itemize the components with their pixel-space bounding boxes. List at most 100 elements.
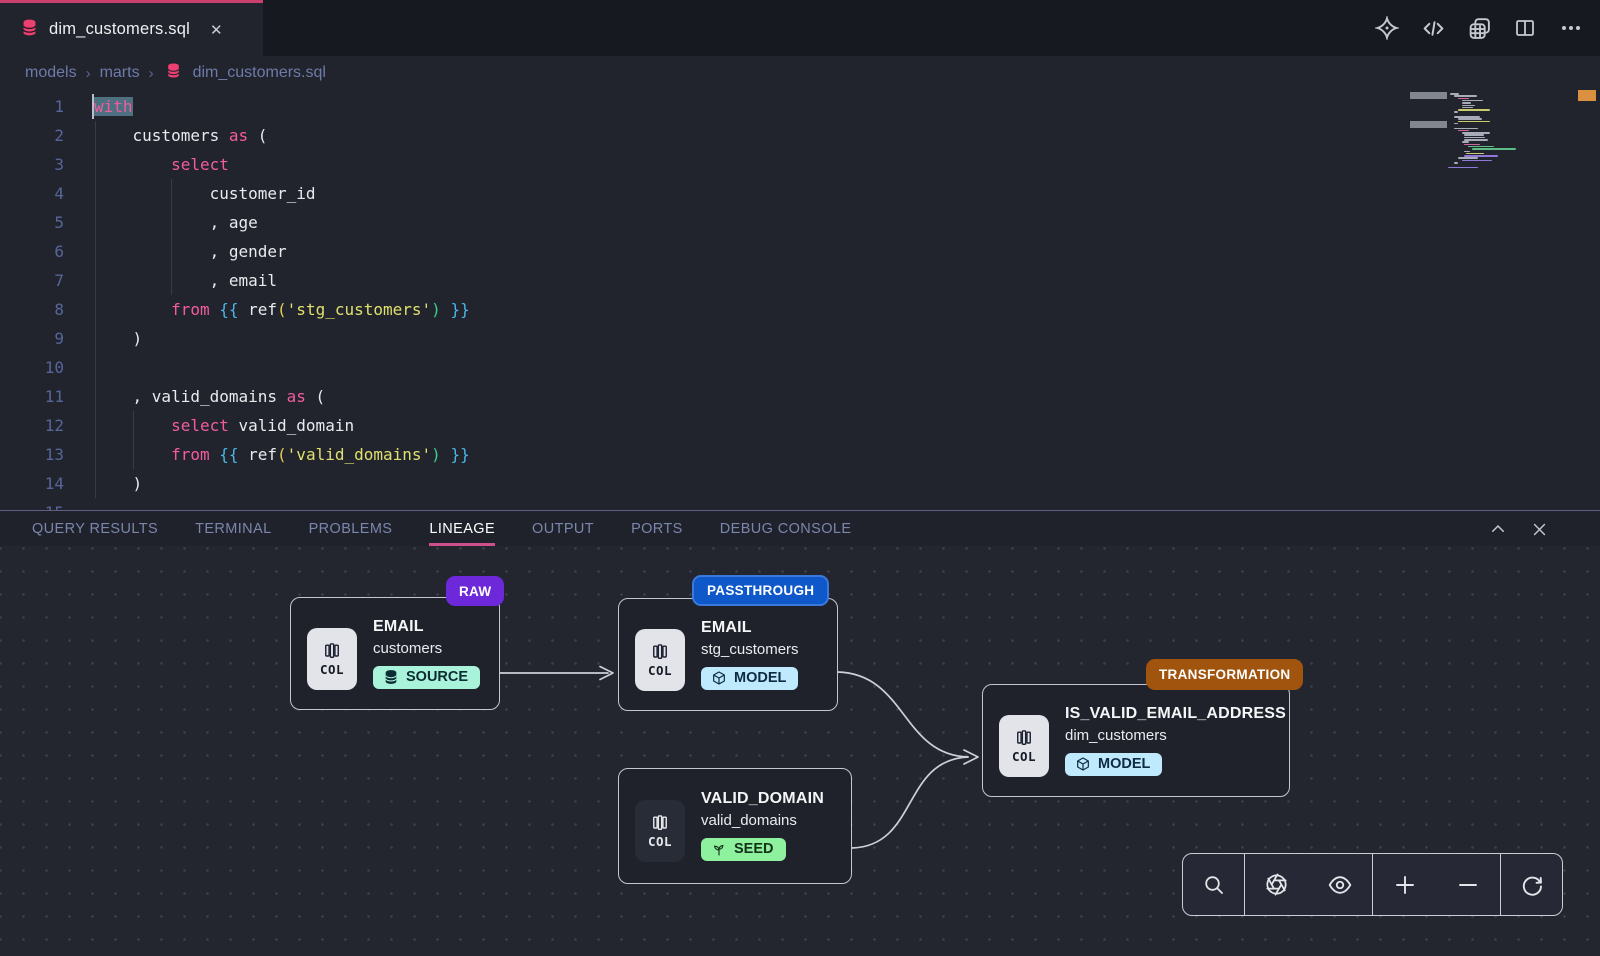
line-number: 1 bbox=[0, 92, 64, 121]
minimap-decoration bbox=[1410, 92, 1447, 99]
minimap-decoration bbox=[1410, 121, 1447, 128]
aperture-icon[interactable] bbox=[1245, 854, 1309, 915]
split-editor-icon[interactable] bbox=[1512, 15, 1538, 41]
lineage-canvas[interactable]: COL EMAIL customers SOURCE RAW bbox=[0, 546, 1600, 956]
line-number: 13 bbox=[0, 440, 64, 469]
breadcrumb-separator: › bbox=[86, 65, 91, 82]
minimap-line bbox=[1458, 157, 1478, 159]
minimap-line bbox=[1462, 100, 1483, 102]
panel-tab-terminal[interactable]: TERMINAL bbox=[195, 511, 272, 546]
tag-transformation: TRANSFORMATION bbox=[1146, 659, 1303, 690]
breadcrumb-item-marts[interactable]: marts bbox=[100, 64, 140, 82]
minimap-line bbox=[1458, 118, 1482, 120]
minimap-line bbox=[1454, 116, 1480, 118]
code-line[interactable]: from {{ ref('valid_domains') }} bbox=[94, 440, 1410, 469]
database-icon bbox=[20, 18, 39, 42]
panel-tab-query-results[interactable]: QUERY RESULTS bbox=[32, 511, 158, 546]
code-line[interactable]: , gender bbox=[94, 237, 1410, 266]
code-icon[interactable] bbox=[1420, 15, 1446, 41]
search-icon[interactable] bbox=[1183, 854, 1244, 915]
minimap-line bbox=[1450, 93, 1459, 95]
model-badge: MODEL bbox=[1065, 753, 1162, 776]
code-area[interactable]: with customers as ( select customer_id ,… bbox=[94, 92, 1410, 510]
zoom-out-icon[interactable] bbox=[1437, 854, 1501, 915]
minimap-line bbox=[1458, 121, 1490, 123]
code-line[interactable] bbox=[94, 353, 1410, 382]
column-chip-label: COL bbox=[1012, 749, 1036, 764]
node-column-name: VALID_DOMAIN bbox=[701, 790, 824, 808]
code-line[interactable] bbox=[94, 498, 1410, 510]
panel-close-icon[interactable] bbox=[1531, 521, 1548, 538]
toolbar-group-zoom bbox=[1373, 854, 1501, 915]
model-badge: MODEL bbox=[701, 667, 798, 690]
column-chip-label: COL bbox=[320, 662, 344, 677]
copy-table-icon[interactable] bbox=[1466, 15, 1492, 41]
database-icon bbox=[165, 62, 182, 84]
code-line[interactable]: select bbox=[94, 150, 1410, 179]
seed-badge: SEED bbox=[701, 838, 786, 861]
tab-dim-customers-sql[interactable]: dim_customers.sql ✕ bbox=[0, 0, 263, 56]
minimap-line bbox=[1462, 102, 1471, 104]
code-line[interactable]: with bbox=[94, 92, 1410, 121]
breadcrumb-item-file[interactable]: dim_customers.sql bbox=[193, 64, 326, 82]
line-number: 15 bbox=[0, 498, 64, 510]
column-chip: COL bbox=[999, 715, 1049, 777]
code-line[interactable]: from {{ ref('stg_customers') }} bbox=[94, 295, 1410, 324]
panel-tab-ports[interactable]: PORTS bbox=[631, 511, 683, 546]
code-line[interactable]: , email bbox=[94, 266, 1410, 295]
column-chip: COL bbox=[635, 800, 685, 862]
minimap-line bbox=[1468, 146, 1494, 148]
more-actions-icon[interactable] bbox=[1558, 15, 1584, 41]
code-editor[interactable]: 123456789101112131415 with customers as … bbox=[0, 90, 1600, 510]
code-line[interactable]: select valid_domain bbox=[94, 411, 1410, 440]
line-number: 2 bbox=[0, 121, 64, 150]
code-line[interactable]: ) bbox=[94, 324, 1410, 353]
minimap-line bbox=[1464, 137, 1485, 139]
code-line[interactable]: , age bbox=[94, 208, 1410, 237]
eye-icon[interactable] bbox=[1309, 854, 1373, 915]
minimap-line bbox=[1466, 153, 1484, 155]
node-model-name: customers bbox=[373, 640, 480, 657]
panel-tab-lineage[interactable]: LINEAGE bbox=[429, 511, 495, 546]
column-chip: COL bbox=[307, 628, 357, 690]
lineage-node-dim-customers[interactable]: COL IS_VALID_EMAIL_ADDRESS dim_customers… bbox=[982, 684, 1290, 797]
minimap[interactable] bbox=[1410, 90, 1555, 260]
panel-tab-output[interactable]: OUTPUT bbox=[532, 511, 594, 546]
lineage-node-customers[interactable]: COL EMAIL customers SOURCE bbox=[290, 597, 500, 710]
code-line[interactable]: ) bbox=[94, 469, 1410, 498]
line-number: 12 bbox=[0, 411, 64, 440]
column-chip: COL bbox=[635, 629, 685, 691]
minimap-line bbox=[1448, 167, 1478, 169]
line-number: 9 bbox=[0, 324, 64, 353]
dbt-power-user-icon[interactable] bbox=[1374, 15, 1400, 41]
column-chip-label: COL bbox=[648, 834, 672, 849]
line-number: 14 bbox=[0, 469, 64, 498]
refresh-icon[interactable] bbox=[1501, 854, 1562, 915]
overview-ruler-marker bbox=[1578, 90, 1596, 101]
tab-close-icon[interactable]: ✕ bbox=[210, 21, 223, 39]
lineage-node-stg-customers[interactable]: COL EMAIL stg_customers MODEL bbox=[618, 598, 838, 711]
panel-tab-debug-console[interactable]: DEBUG CONSOLE bbox=[720, 511, 852, 546]
text-cursor bbox=[92, 94, 94, 119]
minimap-line bbox=[1458, 130, 1469, 132]
node-column-name: IS_VALID_EMAIL_ADDRESS bbox=[1065, 705, 1286, 723]
code-line[interactable]: , valid_domains as ( bbox=[94, 382, 1410, 411]
minimap-line bbox=[1464, 139, 1488, 141]
lineage-node-valid-domains[interactable]: COL VALID_DOMAIN valid_domains SEED bbox=[618, 768, 852, 884]
chevron-up-icon[interactable] bbox=[1489, 520, 1507, 538]
panel-tab-problems[interactable]: PROBLEMS bbox=[309, 511, 393, 546]
tag-raw: RAW bbox=[446, 576, 504, 606]
line-number: 10 bbox=[0, 353, 64, 382]
code-line[interactable]: customers as ( bbox=[94, 121, 1410, 150]
zoom-in-icon[interactable] bbox=[1373, 854, 1437, 915]
tab-title: dim_customers.sql bbox=[49, 20, 190, 39]
minimap-line bbox=[1462, 132, 1490, 134]
source-badge: SOURCE bbox=[373, 666, 480, 689]
code-line[interactable]: customer_id bbox=[94, 179, 1410, 208]
minimap-line bbox=[1464, 155, 1498, 157]
breadcrumb: models › marts › dim_customers.sql bbox=[0, 56, 1600, 90]
node-model-name: valid_domains bbox=[701, 812, 824, 829]
breadcrumb-item-models[interactable]: models bbox=[25, 64, 77, 82]
ide-window: dim_customers.sql ✕ bbox=[0, 0, 1600, 956]
line-number: 5 bbox=[0, 208, 64, 237]
